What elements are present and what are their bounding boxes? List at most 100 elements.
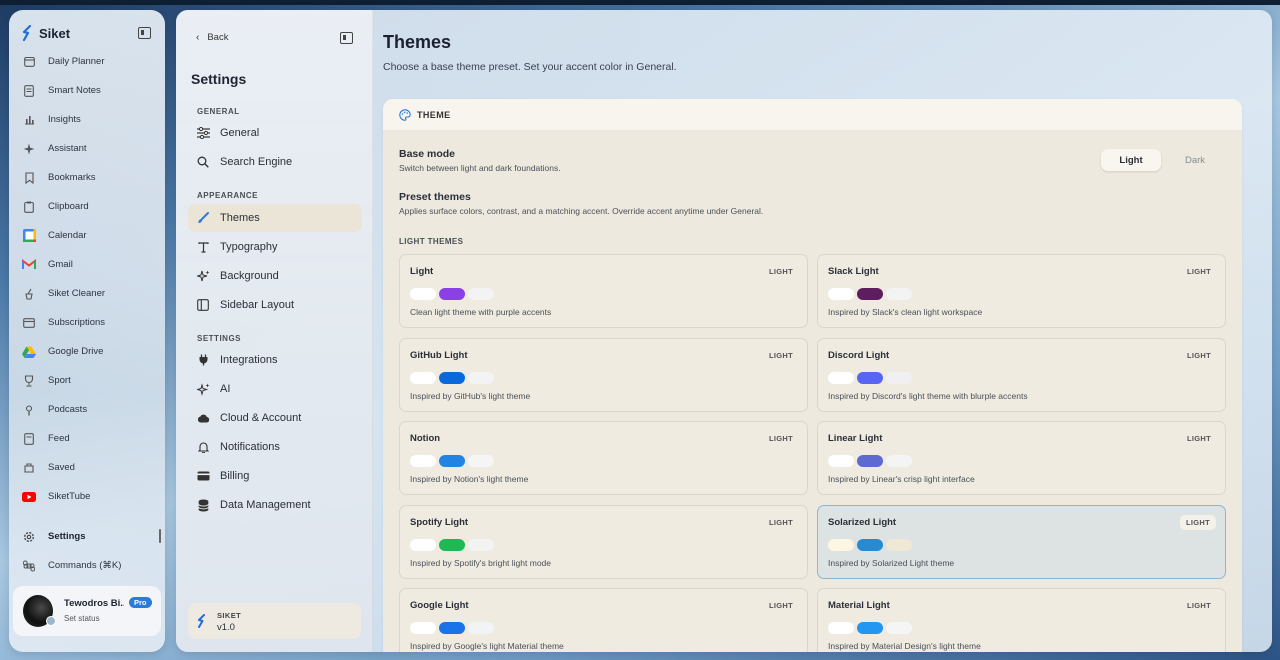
- type-icon: [196, 240, 210, 254]
- nav-item-ai[interactable]: AI: [188, 375, 362, 403]
- theme-card-material-light[interactable]: Material Light LIGHT Inspired by Material …: [817, 588, 1226, 652]
- sidebar-item-commands[interactable]: Commands (⌘K): [9, 551, 165, 580]
- color-swatch: [410, 288, 436, 300]
- color-swatch: [410, 622, 436, 634]
- color-swatch: [468, 622, 494, 634]
- color-swatch: [857, 622, 883, 634]
- color-swatch: [828, 538, 854, 551]
- sidebar-item-siket-cleaner[interactable]: Siket Cleaner: [9, 279, 165, 308]
- brand[interactable]: Siket: [21, 25, 70, 41]
- theme-tag: LIGHT: [769, 517, 793, 527]
- sidebar-scrollbar[interactable]: [159, 529, 161, 543]
- sidebar-item-feed[interactable]: Feed: [9, 424, 165, 453]
- sport-icon: [22, 374, 36, 388]
- palette-icon: [399, 109, 411, 121]
- sidebar-toggle-icon[interactable]: [340, 32, 353, 44]
- theme-name: Light: [410, 266, 434, 277]
- sidebar-item-daily-planner[interactable]: Daily Planner: [9, 47, 165, 76]
- theme-tag: LIGHT: [769, 601, 793, 610]
- sidebar-item-gmail[interactable]: Gmail: [9, 250, 165, 279]
- sidebar-item-subscriptions[interactable]: Subscriptions: [9, 308, 165, 337]
- nav-item-integrations[interactable]: Integrations: [188, 346, 362, 374]
- back-button[interactable]: ‹ Back: [196, 32, 228, 43]
- sidebar-item-google-drive[interactable]: Google Drive: [9, 337, 165, 366]
- sidebar-item-label: Clipboard: [48, 201, 89, 212]
- color-swatch: [410, 455, 436, 467]
- youtube-icon: [22, 490, 36, 504]
- subscriptions-icon: [22, 316, 36, 330]
- sliders-icon: [196, 126, 210, 140]
- theme-card-google-light[interactable]: Google Light LIGHT Inspired by Google's li…: [399, 588, 808, 652]
- cleaner-icon: [22, 287, 36, 301]
- color-swatch: [857, 371, 883, 384]
- nav-item-label: Background: [220, 270, 279, 282]
- nav-section-general: GENERAL: [197, 107, 240, 116]
- color-swatch: [468, 371, 494, 384]
- back-label: Back: [207, 32, 229, 43]
- theme-card-discord-light[interactable]: Discord Light LIGHT Inspired by Discord's …: [817, 337, 1226, 412]
- clipboard-icon: [22, 200, 36, 214]
- color-swatch: [886, 538, 912, 551]
- theme-card-light[interactable]: Light LIGHT Clean light theme with purple …: [399, 254, 808, 328]
- sidebar-item-label: Podcasts: [48, 404, 88, 415]
- sidebar-item-settings[interactable]: Settings: [9, 522, 165, 551]
- pro-badge: Pro: [129, 597, 152, 608]
- avatar-status-badge: [46, 616, 56, 626]
- version-app-name: SIKET: [217, 611, 242, 620]
- panel-header: THEME: [383, 99, 1242, 131]
- nav-item-billing[interactable]: Billing: [188, 462, 362, 490]
- nav-item-label: Data Management: [220, 499, 311, 511]
- color-swatch: [857, 455, 883, 467]
- sidebar-item-podcasts[interactable]: Podcasts: [9, 395, 165, 424]
- sidebar-item-insights[interactable]: Insights: [9, 105, 165, 134]
- nav-item-background[interactable]: Background: [188, 262, 362, 290]
- sidebar-item-saved[interactable]: Saved: [9, 453, 165, 482]
- set-status-link[interactable]: Set status: [64, 614, 100, 623]
- mode-option-light[interactable]: Light: [1101, 149, 1161, 171]
- sidebar-item-sport[interactable]: Sport: [9, 366, 165, 395]
- nav-item-label: Typography: [220, 241, 278, 253]
- app-nav: Daily Planner Smart Notes Insights Assis…: [9, 47, 165, 511]
- sidebar-item-clipboard[interactable]: Clipboard: [9, 192, 165, 221]
- sidebar-item-assistant[interactable]: Assistant: [9, 134, 165, 163]
- nav-item-label: Billing: [220, 470, 250, 482]
- nav-item-cloud-account[interactable]: Cloud & Account: [188, 404, 362, 432]
- sidebar-item-bookmarks[interactable]: Bookmarks: [9, 163, 165, 192]
- theme-card-github-light[interactable]: GitHub Light LIGHT Inspired by GitHub's li…: [399, 337, 808, 412]
- sidebar-collapse-icon[interactable]: [138, 27, 151, 39]
- theme-card-linear-light[interactable]: Linear Light LIGHT Inspired by Linear's cr…: [817, 421, 1226, 495]
- theme-card-spotify-light[interactable]: Spotify Light LIGHT Inspired by Spotify's …: [399, 504, 808, 579]
- sidebar-item-smart-notes[interactable]: Smart Notes: [9, 76, 165, 105]
- base-mode-title: Base mode: [399, 148, 456, 160]
- color-swatch: [439, 622, 465, 634]
- nav-item-search-engine[interactable]: Search Engine: [188, 148, 362, 176]
- ai-sparkles-icon: [196, 382, 210, 396]
- theme-desc: Inspired by Material Design's light them…: [828, 641, 981, 651]
- mode-option-dark[interactable]: Dark: [1165, 149, 1225, 171]
- paintbrush-icon: [196, 211, 210, 225]
- nav-item-general[interactable]: General: [188, 119, 362, 147]
- google-drive-icon: [22, 345, 36, 359]
- sidebar-item-sikettube[interactable]: SiketTube: [9, 482, 165, 511]
- nav-item-themes[interactable]: Themes: [188, 204, 362, 232]
- nav-item-sidebar-layout[interactable]: Sidebar Layout: [188, 291, 362, 319]
- base-mode-toggle: Light Dark: [1098, 148, 1226, 172]
- theme-tag: LIGHT: [1187, 350, 1211, 360]
- nav-item-typography[interactable]: Typography: [188, 233, 362, 261]
- color-swatch: [886, 371, 912, 384]
- sidebar-item-label: Google Drive: [48, 346, 104, 357]
- theme-card-slack-light[interactable]: Slack Light LIGHT Inspired by Slack's clea…: [817, 254, 1226, 328]
- bookmark-icon: [22, 171, 36, 185]
- theme-card-notion[interactable]: Notion LIGHT Inspired by Notion's light th…: [399, 421, 808, 495]
- theme-card-solarized-light[interactable]: Solarized Light LIGHT Inspired by Solarize…: [817, 504, 1226, 579]
- plug-icon: [196, 353, 210, 367]
- sidebar-item-calendar[interactable]: Calendar: [9, 221, 165, 250]
- nav-item-notifications[interactable]: Notifications: [188, 433, 362, 461]
- theme-desc: Inspired by Linear's crisp light interfa…: [828, 474, 975, 484]
- nav-item-data-management[interactable]: Data Management: [188, 491, 362, 519]
- profile-card[interactable]: Tewodros Bi... Pro Set status: [13, 586, 161, 636]
- sidebar-item-label: Smart Notes: [48, 85, 101, 96]
- theme-name: Solarized Light: [828, 516, 897, 528]
- light-themes-label: LIGHT THEMES: [399, 237, 464, 246]
- theme-tag: LIGHT: [769, 434, 793, 443]
